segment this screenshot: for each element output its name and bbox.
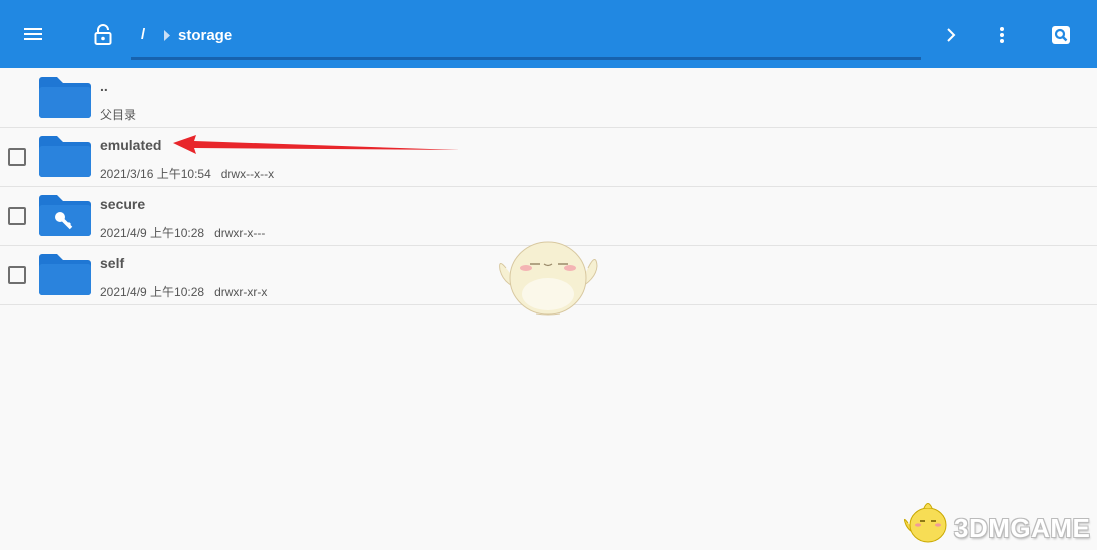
item-name: self (100, 255, 125, 271)
search-icon[interactable] (1048, 22, 1074, 48)
mascot-watermark-icon (496, 228, 600, 323)
list-item-parent[interactable]: .. 父目录 (0, 68, 1097, 128)
item-meta: 2021/4/9 上午10:28 drwxr-xr-x (100, 285, 268, 299)
path-underline (131, 57, 921, 60)
folder-icon (39, 76, 91, 123)
item-name: emulated (100, 137, 162, 153)
path-root[interactable]: / (141, 26, 145, 43)
item-checkbox[interactable] (8, 148, 26, 166)
list-item-emulated[interactable]: emulated 2021/3/16 上午10:54 drwx--x--x (0, 127, 1097, 187)
menu-icon[interactable] (18, 20, 48, 48)
item-meta: 2021/3/16 上午10:54 drwx--x--x (100, 167, 275, 181)
item-checkbox[interactable] (8, 207, 26, 225)
folder-icon (39, 135, 91, 182)
item-name: .. (100, 78, 108, 94)
app-toolbar: / storage (0, 0, 1097, 68)
item-checkbox[interactable] (8, 266, 26, 284)
path-separator-icon (161, 27, 173, 43)
item-meta: 父目录 (100, 108, 137, 122)
unlock-icon[interactable] (90, 20, 116, 50)
3dmgame-mascot-icon (902, 497, 954, 550)
chevron-right-icon[interactable] (938, 22, 964, 48)
annotation-arrow (170, 132, 462, 161)
watermark-text: 3DMGAME (954, 513, 1091, 543)
item-meta: 2021/4/9 上午10:28 drwxr-x--- (100, 226, 266, 240)
more-vert-icon[interactable] (989, 22, 1015, 48)
folder-key-icon (39, 194, 91, 241)
item-name: secure (100, 196, 146, 212)
folder-icon (39, 253, 91, 300)
path-current[interactable]: storage (178, 27, 232, 44)
